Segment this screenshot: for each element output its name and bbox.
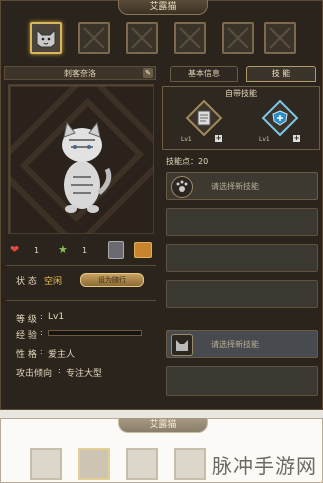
bottom-cat-slot-4[interactable]: [174, 448, 206, 480]
personality-label: 性 格: [16, 350, 37, 360]
level-label: 等 级: [16, 315, 37, 325]
chest-icon[interactable]: [134, 242, 152, 258]
exp-colon: :: [40, 328, 43, 337]
stars-count: 1: [82, 246, 88, 255]
window-title: 艾露猫: [118, 0, 208, 15]
skill-slot-1[interactable]: 请选择新技能: [166, 172, 318, 200]
exp-bar: [48, 330, 142, 336]
exp-label: 经 验: [16, 331, 37, 341]
cat-name: 刺客奈洛: [64, 69, 96, 78]
empty-slot-icon: [179, 27, 201, 49]
innate-skills-title: 自带技能: [225, 89, 257, 98]
skill-slot-1-text: 请选择新技能: [211, 182, 259, 191]
empty-slot-icon: [131, 27, 153, 49]
tab-basic-info[interactable]: 基本信息: [170, 66, 238, 82]
cat-slot-1[interactable]: [30, 22, 62, 54]
skill-slot-2-text: 请选择新技能: [211, 340, 259, 349]
watermark-text: 脉冲手游网: [212, 454, 317, 478]
bottom-cat-slot-1[interactable]: [30, 448, 62, 480]
empty-slot-icon: [83, 27, 105, 49]
personality-colon: :: [40, 347, 43, 356]
empty-skill-slot[interactable]: [166, 280, 318, 308]
paper-icon: [197, 110, 211, 126]
heart-icon: ❤: [10, 243, 20, 256]
bottom-window-title: 艾露猫: [118, 418, 208, 433]
plus-icon[interactable]: +: [215, 135, 222, 142]
cat-slot-6[interactable]: [264, 22, 296, 54]
status-value: 空闲: [44, 277, 63, 287]
skill-slot-2[interactable]: 请选择新技能: [166, 330, 318, 358]
paw-icon: [171, 176, 193, 198]
bottom-cat-slot-3[interactable]: [126, 448, 158, 480]
attack-value: 专注大型: [66, 369, 103, 379]
cat-name-bar: 刺客奈洛 ✎: [4, 66, 156, 80]
level-colon: :: [40, 312, 43, 321]
star-icon: ★: [58, 243, 68, 256]
cat-portrait: [8, 84, 154, 234]
plus-icon[interactable]: +: [293, 135, 300, 142]
innate-skill-2-level: Lv1: [259, 136, 270, 143]
empty-skill-slot[interactable]: [166, 208, 318, 236]
status-label: 状 态: [16, 277, 37, 287]
cat-slot-5[interactable]: [222, 22, 254, 54]
innate-skill-1-level: Lv1: [181, 136, 192, 143]
skill-points: 技能点：20: [166, 157, 209, 166]
divider: [6, 265, 156, 266]
hearts-count: 1: [34, 246, 40, 255]
cat-face-icon: [36, 28, 56, 48]
cat-stamp-icon: [171, 334, 193, 356]
cat-portrait-image: [9, 85, 153, 233]
scroll-icon[interactable]: [108, 241, 124, 259]
attack-label: 攻击倾向: [16, 369, 53, 379]
set-companion-button[interactable]: 设为随行: [80, 273, 144, 287]
divider: [6, 300, 156, 301]
empty-skill-slot[interactable]: [166, 366, 318, 396]
shield-icon: [272, 110, 288, 126]
empty-slot-icon: [269, 27, 291, 49]
affection-row: ❤ 1 ★ 1: [6, 240, 156, 262]
pencil-icon[interactable]: ✎: [143, 68, 153, 78]
innate-skills-box: 自带技能 Lv1 + Lv1 +: [162, 86, 320, 150]
cat-slot-2[interactable]: [78, 22, 110, 54]
attack-colon: :: [58, 366, 61, 375]
personality-value: 爱主人: [48, 350, 76, 360]
screen: 艾露猫 刺客奈洛 ✎ ❤ 1 ★ 1 状 态 空闲 设为随行 等 级: Lv1…: [0, 0, 323, 483]
empty-slot-icon: [227, 27, 249, 49]
cat-slot-3[interactable]: [126, 22, 158, 54]
tab-skills[interactable]: 技 能: [246, 66, 316, 82]
empty-skill-slot[interactable]: [166, 244, 318, 272]
cat-slot-4[interactable]: [174, 22, 206, 54]
bottom-cat-slot-2[interactable]: [78, 448, 110, 480]
level-value: Lv1: [48, 312, 65, 322]
